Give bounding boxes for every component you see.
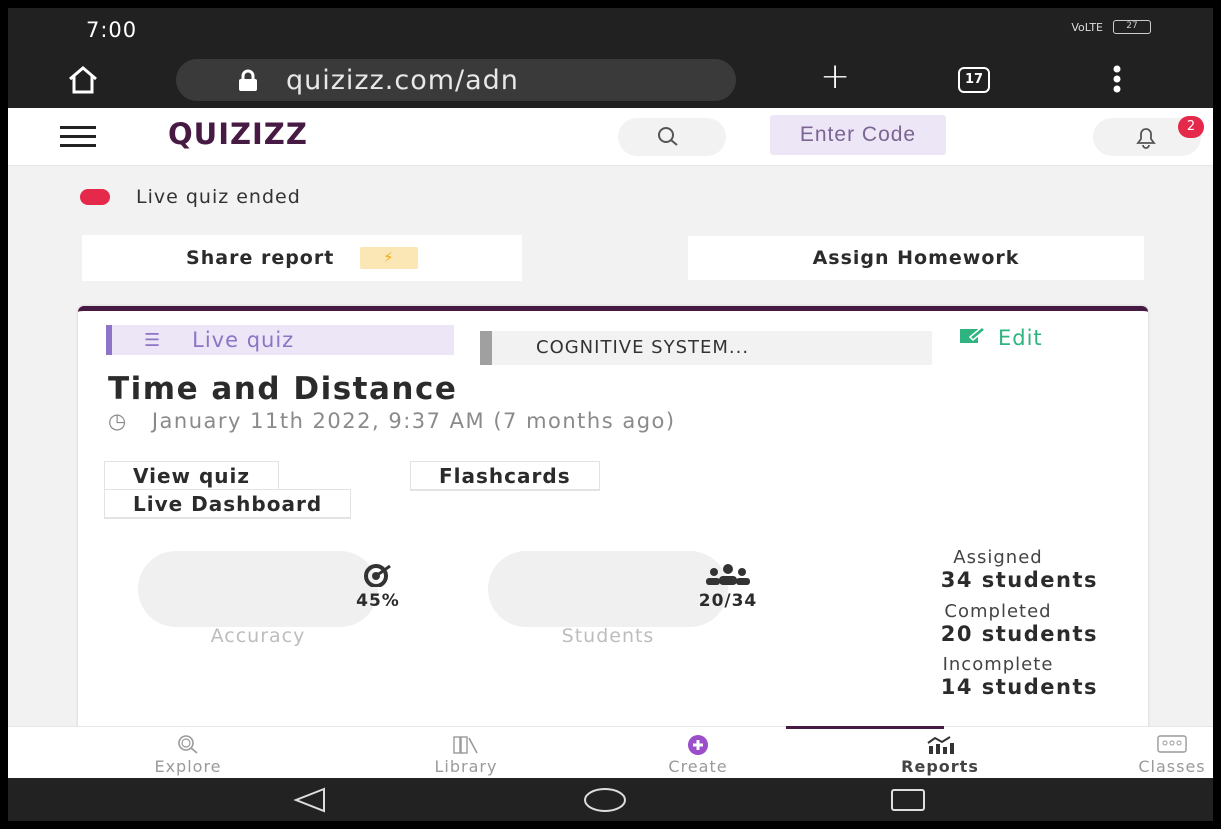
edit-label: Edit xyxy=(998,325,1043,350)
accuracy-label: Accuracy xyxy=(210,625,306,647)
incomplete-value: 14 students xyxy=(940,675,1098,699)
lock-icon xyxy=(236,69,260,97)
status-bar: 7:00 VoLTE 27 xyxy=(8,8,1213,52)
accuracy-value: 45% xyxy=(356,591,400,611)
reports-chart-icon xyxy=(860,733,1020,759)
students-stat: 20/34 xyxy=(488,551,756,627)
hamburger-menu-icon[interactable] xyxy=(60,126,96,153)
session-status-text: Live quiz ended xyxy=(136,186,301,208)
live-quiz-tag: ☰ Live quiz xyxy=(106,325,454,355)
assign-homework-button[interactable]: Assign Homework xyxy=(688,236,1144,280)
browser-toolbar: quizizz.com/adn + 17 xyxy=(8,52,1213,108)
notification-badge: 2 xyxy=(1178,116,1204,138)
app-header: QUIZIZZ Enter Code 2 xyxy=(8,108,1213,166)
share-report-label: Share report xyxy=(186,246,335,269)
nav-create[interactable]: Create xyxy=(538,727,727,779)
overflow-menu-icon[interactable] xyxy=(1112,64,1122,98)
live-dashboard-button[interactable]: Live Dashboard xyxy=(104,489,352,519)
clock-icon: ◷ xyxy=(108,409,128,433)
nav-classes-label: Classes xyxy=(1138,757,1206,776)
assigned-label: Assigned xyxy=(953,547,1043,568)
students-label: Students xyxy=(561,625,655,647)
status-time: 7:00 xyxy=(86,18,138,42)
address-bar[interactable]: quizizz.com/adn xyxy=(176,59,736,101)
nav-library-label: Library xyxy=(434,757,498,776)
search-icon xyxy=(656,126,680,152)
phone-screen: 7:00 VoLTE 27 quizizz.com/adn + 17 QUIZI… xyxy=(8,8,1213,821)
incomplete-count: Incomplete 14 students xyxy=(798,654,1098,699)
android-navigation-bar xyxy=(8,778,1213,821)
edit-icon xyxy=(958,325,987,350)
edit-button[interactable]: Edit xyxy=(958,325,1043,350)
nav-library[interactable]: Library xyxy=(306,727,496,779)
explore-icon xyxy=(108,733,268,759)
view-quiz-button[interactable]: View quiz xyxy=(104,461,280,491)
share-report-button[interactable]: Share report ⚡ xyxy=(82,235,522,281)
session-status: Live quiz ended xyxy=(80,186,301,208)
nav-reports-label: Reports xyxy=(901,757,979,776)
quiz-title: Time and Distance xyxy=(108,371,458,407)
quizizz-logo[interactable]: QUIZIZZ xyxy=(168,117,308,151)
home-icon[interactable] xyxy=(66,64,100,100)
completed-label: Completed xyxy=(944,601,1052,622)
quiz-report-card: ☰ Live quiz COGNITIVE SYSTEM... Edit Tim… xyxy=(78,306,1148,746)
assigned-count: Assigned 34 students xyxy=(798,547,1098,592)
network-indicator: VoLTE xyxy=(1071,20,1103,34)
flashcards-button[interactable]: Flashcards xyxy=(410,461,600,491)
bell-icon xyxy=(1133,124,1159,154)
list-check-icon: ☰ xyxy=(144,329,161,351)
recents-icon[interactable] xyxy=(888,786,928,818)
classes-icon xyxy=(1092,733,1213,759)
url-text[interactable]: quizizz.com/adn xyxy=(286,65,519,96)
back-icon[interactable] xyxy=(290,786,330,818)
nav-explore[interactable]: Explore xyxy=(28,727,221,779)
bottom-navigation: Explore Library Create Reports Classes xyxy=(8,726,1213,778)
target-icon xyxy=(258,563,498,591)
assigned-value: 34 students xyxy=(940,568,1098,592)
live-status-dot-icon xyxy=(80,189,110,205)
accuracy-stat: 45% xyxy=(138,551,399,627)
nav-reports[interactable]: Reports xyxy=(780,726,978,779)
folder-tag-label: COGNITIVE SYSTEM... xyxy=(536,337,750,358)
incomplete-label: Incomplete xyxy=(942,654,1054,675)
enter-code-button[interactable]: Enter Code xyxy=(770,115,946,155)
new-tab-icon[interactable]: + xyxy=(820,56,850,97)
completed-value: 20 students xyxy=(940,622,1098,646)
battery-icon: 27 xyxy=(1113,20,1151,34)
tab-count-button[interactable]: 17 xyxy=(958,67,990,93)
nav-create-label: Create xyxy=(668,757,728,776)
completed-count: Completed 20 students xyxy=(798,601,1098,646)
quiz-date: ◷ January 11th 2022, 9:37 AM (7 months ag… xyxy=(108,409,1048,433)
bolt-icon: ⚡ xyxy=(359,247,418,270)
nav-explore-label: Explore xyxy=(154,757,222,776)
folder-tag[interactable]: COGNITIVE SYSTEM... xyxy=(480,331,932,365)
search-button[interactable] xyxy=(618,118,726,156)
library-icon xyxy=(386,733,546,759)
live-quiz-tag-label: Live quiz xyxy=(192,328,295,352)
home-button-icon[interactable] xyxy=(582,786,628,818)
status-right: VoLTE 27 xyxy=(1071,20,1151,34)
nav-classes[interactable]: Classes xyxy=(1012,727,1205,779)
quiz-date-text: January 11th 2022, 9:37 AM (7 months ago… xyxy=(151,409,676,433)
